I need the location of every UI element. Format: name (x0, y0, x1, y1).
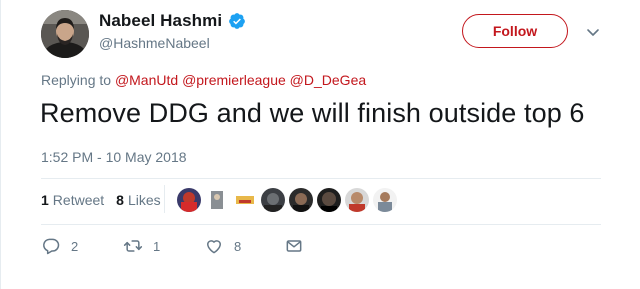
tweet-stats: 1 Retweet 8 Likes (41, 192, 161, 208)
liker-avatar[interactable] (345, 188, 369, 212)
direct-message-button[interactable] (284, 236, 304, 256)
follow-button[interactable]: Follow (462, 14, 568, 48)
handle[interactable]: @HashmeNabeel (99, 35, 210, 51)
mention-link[interactable]: @premierleague (182, 72, 286, 88)
reply-count: 2 (71, 238, 79, 254)
heart-icon (204, 236, 224, 256)
liker-avatar[interactable] (261, 188, 285, 212)
likes-count: 8 (116, 192, 124, 208)
likes-stat[interactable]: 8 Likes (116, 192, 160, 208)
reply-icon (41, 236, 61, 256)
liker-avatars (177, 188, 397, 212)
retweet-icon (123, 236, 143, 256)
retweet-button[interactable]: 1 (123, 236, 160, 256)
liker-avatar[interactable] (233, 188, 257, 212)
liker-avatar[interactable] (205, 188, 229, 212)
retweet-action-count: 1 (153, 238, 161, 254)
author-name-row[interactable]: Nabeel Hashmi (99, 11, 246, 31)
display-name[interactable]: Nabeel Hashmi (99, 11, 222, 31)
stats-separator (164, 185, 165, 213)
like-action-count: 8 (234, 238, 242, 254)
tweet-actions: 2 1 8 (41, 236, 361, 258)
reply-button[interactable]: 2 (41, 236, 78, 256)
verified-badge-icon (228, 12, 246, 30)
divider (41, 224, 601, 225)
envelope-icon (284, 236, 304, 256)
timestamp[interactable]: 1:52 PM - 10 May 2018 (41, 149, 187, 165)
likes-label: Likes (127, 192, 161, 208)
liker-avatar[interactable] (317, 188, 341, 212)
chevron-down-icon[interactable] (585, 24, 601, 40)
like-button[interactable]: 8 (204, 236, 241, 256)
retweet-count: 1 (41, 192, 49, 208)
mention-link[interactable]: @ManUtd (115, 72, 178, 88)
avatar[interactable] (41, 10, 89, 58)
mention-link[interactable]: @D_DeGea (290, 72, 366, 88)
liker-avatar[interactable] (177, 188, 201, 212)
retweet-label: Retweet (52, 192, 105, 208)
tweet-card: Nabeel Hashmi @HashmeNabeel Follow Reply… (0, 0, 640, 289)
divider (41, 178, 601, 179)
tweet-text: Remove DDG and we will finish outside to… (40, 98, 585, 128)
replying-prefix: Replying to (41, 72, 112, 88)
replying-to: Replying to @ManUtd @premierleague @D_De… (41, 72, 366, 88)
retweet-stat[interactable]: 1 Retweet (41, 192, 104, 208)
liker-avatar[interactable] (373, 188, 397, 212)
liker-avatar[interactable] (289, 188, 313, 212)
